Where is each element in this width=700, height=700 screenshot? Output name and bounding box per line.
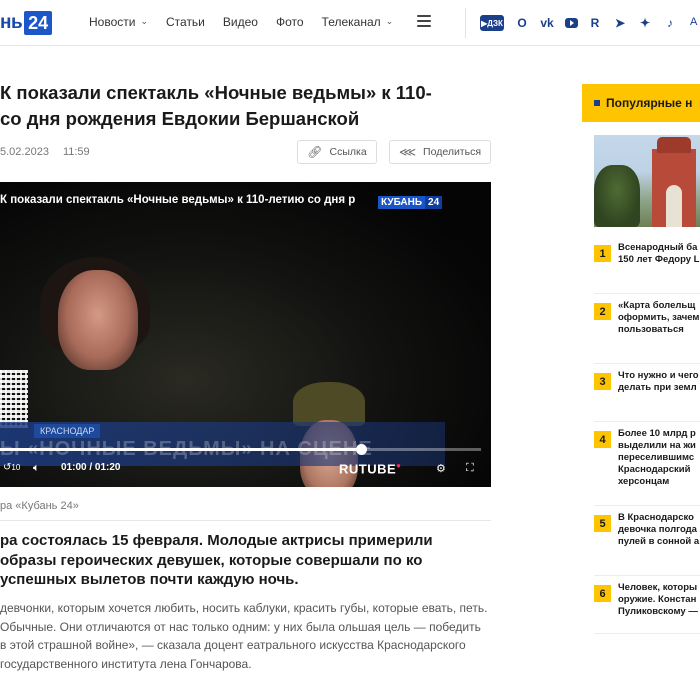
- caption-divider: [0, 520, 491, 521]
- popular-header: Популярные н: [582, 84, 700, 122]
- list-item[interactable]: 2 «Карта болельщ оформить, зачем пользов…: [594, 294, 700, 364]
- article-meta: 5.02.2023 11:59: [0, 146, 90, 158]
- rewind-label: 10: [11, 463, 21, 472]
- nav-item-news[interactable]: Новости ⌄: [89, 15, 148, 29]
- player-controls: ↺10 🔈︎ 01:00 / 01:20 ⚙︎ ⛶: [0, 462, 491, 482]
- nav-item-label: Телеканал: [321, 15, 381, 29]
- youtube-icon[interactable]: [565, 18, 578, 28]
- progress-knob[interactable]: [355, 444, 367, 455]
- news-headline[interactable]: «Карта болельщ оформить, зачем пользоват…: [618, 300, 700, 336]
- copy-link-button[interactable]: 🔗︎ Ссылка: [297, 140, 377, 164]
- header-divider: [465, 8, 466, 38]
- news-headline[interactable]: Всенародный ба 150 лет Федору L: [618, 242, 700, 266]
- logo-badge: 24: [24, 11, 53, 35]
- news-headline[interactable]: Человек, которы оружие. Констан Пуликовс…: [618, 582, 700, 618]
- player-brand: RUTUBE: [339, 461, 397, 477]
- popular-title: Популярные н: [606, 96, 693, 110]
- rank-badge: 4: [594, 431, 611, 448]
- list-item[interactable]: 5 В Краснодарско девочка полгода пулей в…: [594, 506, 700, 576]
- rank-badge: 5: [594, 515, 611, 532]
- rewind-10-icon[interactable]: ↺10: [3, 462, 20, 473]
- rutube-icon[interactable]: R: [583, 13, 607, 33]
- news-headline[interactable]: Что нужно и чего делать при земл: [618, 370, 700, 394]
- square-bullet-icon: [594, 100, 600, 106]
- article-lead: ра состоялась 15 февраля. Молодые актрис…: [0, 532, 433, 588]
- share-icon: ⋘: [398, 145, 417, 159]
- popular-news-list: 1 Всенародный ба 150 лет Федору L 2 «Кар…: [594, 236, 700, 634]
- nav-item-video[interactable]: Видео: [223, 15, 258, 29]
- list-item[interactable]: 1 Всенародный ба 150 лет Федору L: [594, 236, 700, 294]
- chevron-down-icon: ⌄: [385, 15, 394, 26]
- rank-badge: 6: [594, 585, 611, 602]
- fullscreen-icon[interactable]: ⛶: [466, 462, 474, 475]
- actress-left-face: [58, 270, 138, 370]
- chevron-down-icon: ⌄: [140, 15, 148, 26]
- link-icon: 🔗︎: [307, 145, 323, 159]
- rank-badge: 3: [594, 373, 611, 390]
- progress-bar[interactable]: [0, 444, 481, 455]
- tiktok-icon[interactable]: ♪: [658, 13, 682, 33]
- video-player[interactable]: К показали спектакль «Ночные ведьмы» к 1…: [0, 182, 491, 487]
- star-icon[interactable]: ✦: [633, 13, 657, 33]
- nav-item-label: Новости: [89, 15, 136, 29]
- ok-icon[interactable]: О: [510, 13, 534, 33]
- share-label: Поделиться: [423, 146, 482, 158]
- settings-gear-icon[interactable]: ⚙︎: [436, 462, 446, 475]
- share-button[interactable]: ⋘ Поделиться: [389, 140, 491, 164]
- menu-icon[interactable]: [417, 15, 431, 27]
- site-logo[interactable]: нь 24: [0, 9, 53, 37]
- volume-icon[interactable]: 🔈︎: [33, 462, 40, 475]
- rank-badge: 2: [594, 303, 611, 320]
- article-time: 11:59: [62, 146, 90, 158]
- tree-shape: [594, 165, 640, 227]
- time-display: 01:00 / 01:20: [61, 462, 121, 473]
- popular-news-image[interactable]: [594, 135, 700, 227]
- progress-fill: [0, 448, 361, 451]
- logo-text: нь: [0, 12, 23, 33]
- qr-code-pattern: [0, 370, 28, 428]
- main-nav: Новости ⌄ Статьи Видео Фото Телеканал ⌄: [89, 15, 411, 29]
- list-item[interactable]: 6 Человек, которы оружие. Констан Пулико…: [594, 576, 700, 634]
- video-title: К показали спектакль «Ночные ведьмы» к 1…: [0, 194, 356, 206]
- nav-item-label: Видео: [222, 15, 258, 29]
- nav-item-label: Фото: [275, 15, 304, 29]
- nav-item-photo[interactable]: Фото: [276, 15, 304, 29]
- popular-news-sidebar: Популярные н 1 Всенародный ба 150 лет Фе…: [582, 84, 700, 634]
- watermark-num: 24: [425, 196, 443, 209]
- brand-dot-icon: ●: [396, 461, 402, 470]
- arch-roof: [657, 137, 691, 153]
- channel-watermark: КУБАНЬ 24: [378, 196, 443, 209]
- nav-item-label: Статьи: [166, 15, 205, 29]
- nav-item-tv-channel[interactable]: Телеканал ⌄: [322, 15, 394, 29]
- copy-link-label: Ссылка: [329, 146, 367, 158]
- article-title: К показали спектакль «Ночные ведьмы» к 1…: [0, 82, 432, 129]
- telegram-icon[interactable]: ➤: [608, 13, 632, 33]
- video-caption: ра «Кубань 24»: [0, 500, 79, 512]
- article-paragraph: девчонки, которым хочется любить, носить…: [0, 601, 488, 671]
- list-item[interactable]: 3 Что нужно и чего делать при земл: [594, 364, 700, 422]
- rutube-player-logo[interactable]: RUTUBE●: [339, 461, 402, 476]
- news-headline[interactable]: В Краснодарско девочка полгода пулей в с…: [618, 512, 700, 548]
- watermark-text: КУБАНЬ: [378, 196, 426, 209]
- news-headline[interactable]: Более 10 млрд р выделили на жи переселив…: [618, 428, 700, 488]
- vk-icon[interactable]: vk: [535, 13, 559, 33]
- social-links: ▶ДЗК О vk R ➤ ✦ ♪: [480, 13, 683, 33]
- header-right-text[interactable]: А: [690, 16, 697, 28]
- nav-item-articles[interactable]: Статьи: [166, 15, 205, 29]
- site-header: нь 24 Новости ⌄ Статьи Видео Фото Телека…: [0, 0, 700, 46]
- list-item[interactable]: 4 Более 10 млрд р выделили на жи пересел…: [594, 422, 700, 506]
- dzen-icon[interactable]: ▶ДЗК: [480, 15, 504, 31]
- arch-opening: [666, 185, 682, 227]
- article-date: 5.02.2023: [0, 146, 49, 158]
- city-tag: КРАСНОДАР: [34, 424, 101, 438]
- rank-badge: 1: [594, 245, 611, 262]
